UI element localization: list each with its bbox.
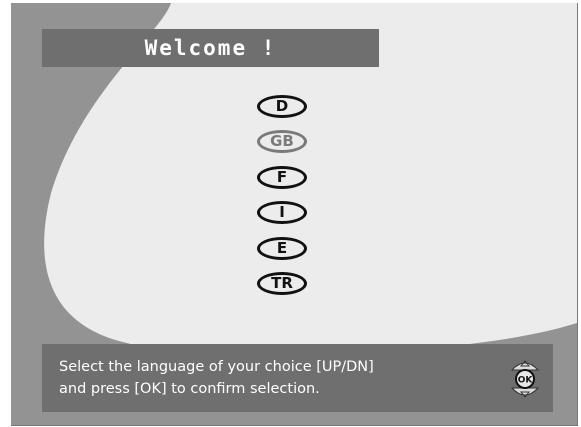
language-option-e[interactable]: E	[257, 236, 307, 260]
language-option-label: F	[276, 167, 288, 186]
language-option-label: GB	[270, 132, 294, 151]
help-text: Select the language of your choice [UP/D…	[59, 356, 374, 400]
language-option-gb[interactable]: GB	[257, 130, 307, 154]
page-title: Welcome !	[144, 36, 277, 60]
language-option-i[interactable]: I	[257, 201, 307, 225]
language-option-f[interactable]: F	[257, 165, 307, 189]
ok-label: OK	[518, 376, 534, 386]
help-bar: Select the language of your choice [UP/D…	[42, 344, 553, 412]
remote-updown-ok-icon: OK	[510, 360, 540, 398]
help-line-2: and press [OK] to confirm selection.	[59, 381, 320, 397]
tv-screen: Welcome ! D GB F I E TR Select the langu…	[11, 3, 578, 426]
language-option-label: D	[275, 97, 289, 115]
language-option-tr[interactable]: TR	[257, 271, 307, 295]
language-option-label: TR	[271, 273, 293, 292]
language-list: D GB F I E TR	[256, 95, 316, 307]
language-option-label: E	[276, 238, 288, 257]
language-option-d[interactable]: D	[257, 95, 307, 118]
help-line-1: Select the language of your choice [UP/D…	[59, 359, 374, 375]
title-bar: Welcome !	[42, 29, 379, 67]
language-option-label: I	[279, 203, 285, 222]
